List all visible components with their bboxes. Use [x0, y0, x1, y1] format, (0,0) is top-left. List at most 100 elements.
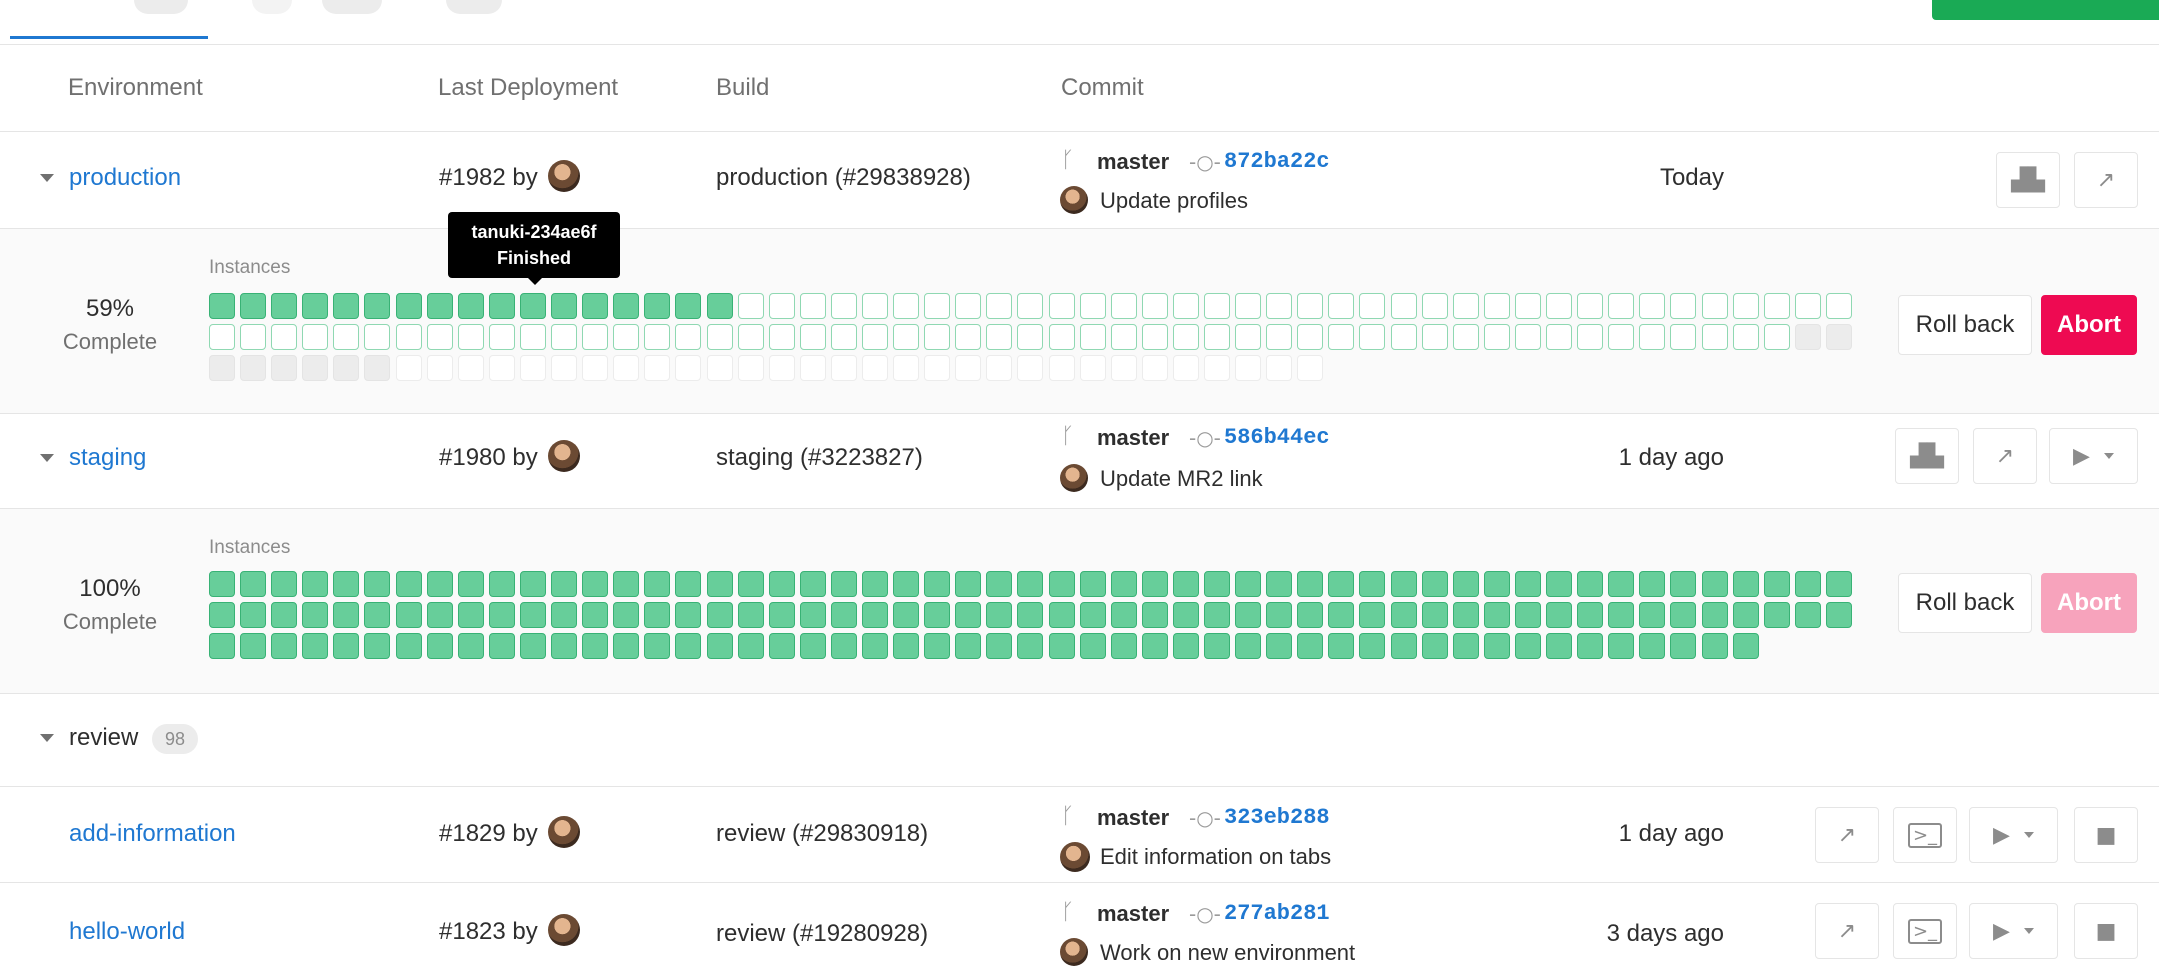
instance-pending[interactable] — [830, 293, 857, 319]
instance-done[interactable] — [488, 602, 515, 628]
instance-done[interactable] — [1204, 571, 1230, 597]
instance-done[interactable] — [830, 571, 857, 597]
instance-done[interactable] — [457, 602, 484, 628]
deploy-actions-dropdown[interactable]: ▶ — [2049, 428, 2138, 484]
instance-done[interactable] — [1297, 633, 1324, 659]
instance-done[interactable] — [1701, 633, 1728, 659]
instance-pending[interactable] — [488, 324, 515, 350]
instance-pending[interactable] — [1359, 324, 1386, 350]
instance-done[interactable] — [1328, 571, 1355, 597]
instance-done[interactable] — [1794, 602, 1821, 628]
instance-done[interactable] — [1483, 571, 1510, 597]
instance-blank[interactable] — [955, 355, 982, 381]
instance-done[interactable] — [364, 293, 391, 319]
environment-link-production[interactable]: production — [69, 164, 181, 192]
commit-sha-link[interactable]: 277ab281 — [1224, 901, 1330, 926]
monitoring-button[interactable]: ▟▙ — [1895, 428, 1959, 484]
monitoring-button[interactable]: ▟▙ — [1996, 152, 2060, 208]
instance-empty[interactable] — [364, 355, 391, 381]
build-link[interactable]: review (#29830918) — [716, 820, 928, 848]
instance-pending[interactable] — [737, 293, 764, 319]
instance-pending[interactable] — [1266, 324, 1293, 350]
instance-pending[interactable] — [955, 324, 982, 350]
instance-done[interactable] — [1514, 571, 1541, 597]
instance-done[interactable] — [364, 571, 391, 597]
build-link[interactable]: staging (#3223827) — [716, 444, 923, 472]
instance-done[interactable] — [240, 602, 267, 628]
instance-done[interactable] — [457, 571, 484, 597]
instance-done[interactable] — [582, 293, 609, 319]
instance-done[interactable] — [799, 602, 826, 628]
instance-done[interactable] — [955, 571, 982, 597]
instance-done[interactable] — [1048, 571, 1075, 597]
instance-empty[interactable] — [1794, 324, 1821, 350]
commit-sha-link[interactable]: 586b44ec — [1224, 425, 1330, 450]
instance-pending[interactable] — [1079, 324, 1106, 350]
avatar[interactable] — [1060, 464, 1088, 492]
instance-done[interactable] — [1235, 633, 1262, 659]
tab-count-pill[interactable] — [322, 0, 382, 14]
instance-blank[interactable] — [1204, 355, 1230, 381]
instance-done[interactable] — [1514, 602, 1541, 628]
instance-done[interactable] — [644, 633, 671, 659]
instance-done[interactable] — [1328, 633, 1355, 659]
instance-blank[interactable] — [488, 355, 515, 381]
instance-pending[interactable] — [986, 324, 1013, 350]
instance-pending[interactable] — [861, 293, 888, 319]
instance-done[interactable] — [1577, 633, 1604, 659]
avatar[interactable] — [548, 816, 580, 848]
instance-pending[interactable] — [1670, 324, 1697, 350]
instance-done[interactable] — [1266, 633, 1293, 659]
instance-pending[interactable] — [333, 324, 360, 350]
abort-button[interactable]: Abort — [2041, 295, 2137, 355]
instance-pending[interactable] — [1048, 324, 1075, 350]
tab-count-pill[interactable] — [252, 0, 292, 14]
instance-done[interactable] — [1017, 602, 1044, 628]
instance-blank[interactable] — [675, 355, 702, 381]
tab-count-pill[interactable] — [134, 0, 188, 14]
instance-done[interactable] — [955, 602, 982, 628]
instance-done[interactable] — [1577, 571, 1604, 597]
instance-pending[interactable] — [830, 324, 857, 350]
open-live-environment-button[interactable]: ↗ — [1973, 428, 2037, 484]
instance-done[interactable] — [1204, 602, 1230, 628]
instance-done[interactable] — [830, 602, 857, 628]
instance-blank[interactable] — [426, 355, 453, 381]
instance-pending[interactable] — [209, 324, 235, 350]
instance-done[interactable] — [302, 633, 329, 659]
instance-done[interactable] — [1577, 602, 1604, 628]
instance-done[interactable] — [737, 602, 764, 628]
environment-link-staging[interactable]: staging — [69, 444, 146, 472]
instance-done[interactable] — [302, 602, 329, 628]
instance-done[interactable] — [737, 633, 764, 659]
instance-done[interactable] — [924, 602, 951, 628]
instance-pending[interactable] — [1297, 293, 1324, 319]
instance-done[interactable] — [1546, 571, 1573, 597]
instance-pending[interactable] — [1017, 293, 1044, 319]
instance-done[interactable] — [333, 571, 360, 597]
instance-done[interactable] — [1763, 571, 1790, 597]
instance-pending[interactable] — [1577, 324, 1604, 350]
instance-pending[interactable] — [302, 324, 329, 350]
instance-done[interactable] — [271, 571, 298, 597]
instance-pending[interactable] — [1670, 293, 1697, 319]
instance-done[interactable] — [1670, 633, 1697, 659]
instance-done[interactable] — [986, 571, 1013, 597]
instance-pending[interactable] — [519, 324, 546, 350]
instance-done[interactable] — [426, 571, 453, 597]
instance-pending[interactable] — [1110, 293, 1137, 319]
instance-pending[interactable] — [893, 324, 920, 350]
instance-done[interactable] — [768, 571, 795, 597]
instance-done[interactable] — [1670, 602, 1697, 628]
instance-done[interactable] — [488, 293, 515, 319]
instance-empty[interactable] — [1825, 324, 1852, 350]
instance-pending[interactable] — [1794, 293, 1821, 319]
commit-sha-link[interactable]: 323eb288 — [1224, 805, 1330, 830]
instance-pending[interactable] — [924, 293, 951, 319]
deployment-number[interactable]: #1982 by — [439, 164, 538, 192]
instance-blank[interactable] — [1048, 355, 1075, 381]
avatar[interactable] — [1060, 842, 1090, 872]
folder-name[interactable]: review — [69, 724, 138, 752]
instance-done[interactable] — [1732, 633, 1759, 659]
instance-pending[interactable] — [1204, 293, 1230, 319]
